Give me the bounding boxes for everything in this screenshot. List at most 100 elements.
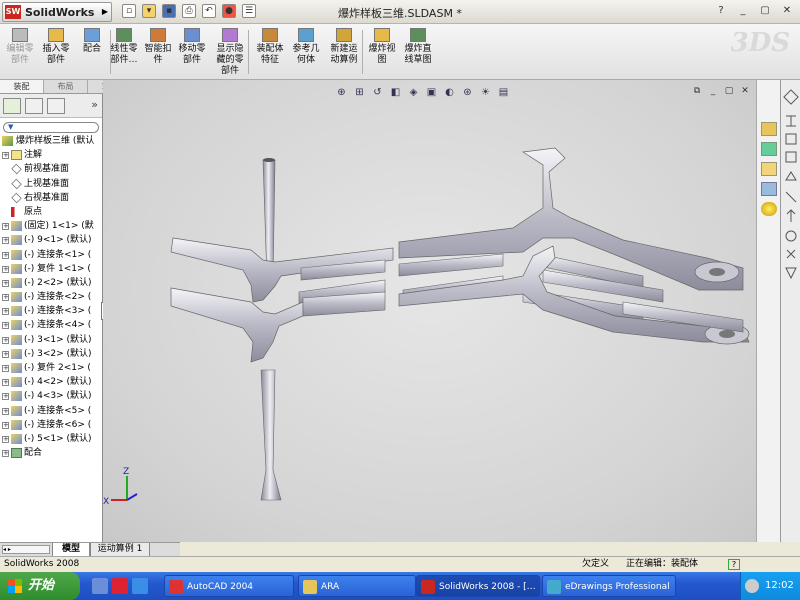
ribbon-button[interactable]: 装配体 特征 (252, 28, 288, 66)
tab-model[interactable]: 模型 (52, 543, 90, 557)
start-button[interactable]: 开始 (0, 572, 80, 600)
property-manager-tab-icon[interactable] (25, 98, 43, 114)
expand-icon[interactable]: + (2, 251, 9, 259)
apply-scene-icon[interactable]: ☀ (479, 87, 492, 100)
tree-item[interactable]: + (-) 连接条<5> ( (2, 404, 102, 418)
taskbar-item-autocad[interactable]: AutoCAD 2004 (164, 575, 294, 597)
display-style-icon[interactable]: ▣ (425, 87, 438, 100)
status-help-icon[interactable]: ? (728, 559, 740, 570)
expand-icon[interactable]: + (2, 279, 9, 287)
tree-item[interactable]: + (-) 2<2> (默认) (2, 276, 102, 290)
viewport-minimize-icon[interactable]: _ (708, 86, 718, 96)
ribbon-button[interactable]: 线性零 部件… (106, 28, 142, 66)
expand-icon[interactable]: + (2, 223, 9, 231)
tree-item[interactable]: + (-) 复件 2<1> ( (2, 361, 102, 375)
tree-item[interactable]: + (-) 4<2> (默认) (2, 375, 102, 389)
tree-item[interactable]: + (-) 连接条<1> ( (2, 248, 102, 262)
viewport-tile-icon[interactable]: ⧉ (692, 86, 702, 96)
clock[interactable]: 12:02 (765, 572, 794, 600)
tree-item[interactable]: + (-) 3<1> (默认) (2, 333, 102, 347)
tree-root-assembly[interactable]: 爆炸样板三维 (默认 (2, 134, 102, 148)
ribbon-button[interactable]: 编辑零 部件 (2, 28, 38, 66)
ribbon-button[interactable]: 参考几 何体 (288, 28, 324, 66)
horizontal-scrollbar[interactable]: ◂ ▸ (2, 545, 50, 554)
tree-item[interactable]: + (-) 3<2> (默认) (2, 347, 102, 361)
taskbar-item-ara[interactable]: ARA (298, 575, 416, 597)
tree-item[interactable]: 上视基准面 (2, 177, 102, 191)
view-orientation-icon[interactable]: ◈ (407, 87, 420, 100)
expand-icon[interactable]: + (2, 393, 9, 401)
tab-motion-study[interactable]: 运动算例 1 (90, 543, 150, 557)
tree-item[interactable]: 原点 (2, 205, 102, 219)
design-library-icon[interactable] (761, 142, 777, 156)
tree-item[interactable]: + (-) 复件 1<1> ( (2, 262, 102, 276)
expand-icon[interactable]: + (2, 407, 9, 415)
zoom-to-fit-icon[interactable]: ⊕ (335, 87, 348, 100)
expand-icon[interactable]: + (2, 265, 9, 273)
expand-icon[interactable]: + (2, 322, 9, 330)
tab-assembly[interactable]: 装配 (0, 80, 44, 93)
help-button[interactable]: ? (714, 4, 728, 18)
filter-input[interactable]: ▼ (3, 122, 99, 133)
ribbon-button[interactable]: 智能扣件 (140, 28, 176, 66)
tree-item[interactable]: 右视基准面 (2, 191, 102, 205)
quicklaunch-adobe-icon[interactable] (112, 578, 128, 594)
tree-item[interactable]: + (固定) 1<1> (默 (2, 219, 102, 233)
ribbon-button[interactable]: 爆炸直 线草图 (400, 28, 436, 66)
expand-icon[interactable]: + (2, 336, 9, 344)
more-tabs-icon[interactable]: » (91, 98, 98, 111)
expand-icon[interactable]: + (2, 152, 9, 160)
tree-item-label: (-) 4<3> (默认) (24, 391, 92, 402)
exploded-assembly-model[interactable]: Z X (103, 80, 756, 542)
tab-layout[interactable]: 布局 (44, 80, 88, 93)
tree-item[interactable]: + (-) 连接条<3> ( (2, 304, 102, 318)
viewport-restore-icon[interactable]: ▢ (724, 86, 734, 96)
ribbon-button[interactable]: 新建运 动算例 (326, 28, 362, 66)
expand-icon[interactable]: + (2, 450, 9, 458)
tree-item[interactable]: + (-) 5<1> (默认) (2, 432, 102, 446)
edit-appearance-icon[interactable]: ⊛ (461, 87, 474, 100)
quicklaunch-ie-icon[interactable] (132, 578, 148, 594)
tree-item[interactable]: + (-) 9<1> (默认) (2, 233, 102, 247)
zoom-to-area-icon[interactable]: ⊞ (353, 87, 366, 100)
expand-icon[interactable]: + (2, 237, 9, 245)
file-explorer-icon[interactable] (761, 162, 777, 176)
ribbon-button[interactable]: 显示隐 藏的零 部件 (212, 28, 248, 77)
ribbon-button[interactable]: 插入零 部件 (38, 28, 74, 66)
taskbar-item-edrawings[interactable]: eDrawings Professional (542, 575, 676, 597)
expand-icon[interactable]: + (2, 350, 9, 358)
tree-item[interactable]: + (-) 连接条<6> ( (2, 418, 102, 432)
restore-button[interactable]: ▢ (758, 4, 772, 18)
ribbon-button[interactable]: 移动零 部件 (174, 28, 210, 66)
appearances-icon[interactable] (761, 202, 777, 216)
configuration-manager-tab-icon[interactable] (47, 98, 65, 114)
expand-icon[interactable]: + (2, 421, 9, 429)
tree-item[interactable]: + 配合 (2, 446, 102, 460)
tree-item[interactable]: + 注解 (2, 148, 102, 162)
expand-icon[interactable]: + (2, 308, 9, 316)
ribbon-button[interactable]: 爆炸视图 (364, 28, 400, 66)
expand-icon[interactable]: + (2, 435, 9, 443)
view-palette-icon[interactable] (761, 182, 777, 196)
tree-item[interactable]: + (-) 连接条<2> ( (2, 290, 102, 304)
expand-icon[interactable]: + (2, 379, 9, 387)
tree-item[interactable]: + (-) 4<3> (默认) (2, 389, 102, 403)
ribbon-button[interactable]: 配合 (74, 28, 110, 55)
tray-network-icon[interactable] (745, 579, 759, 593)
resources-icon[interactable] (761, 122, 777, 136)
quicklaunch-desktop-icon[interactable] (92, 578, 108, 594)
viewport-close-icon[interactable]: ✕ (740, 86, 750, 96)
minimize-button[interactable]: _ (736, 4, 750, 18)
close-button[interactable]: ✕ (780, 4, 794, 18)
hide-show-items-icon[interactable]: ◐ (443, 87, 456, 100)
tree-item[interactable]: 前视基准面 (2, 162, 102, 176)
expand-icon[interactable]: + (2, 294, 9, 302)
graphics-area[interactable]: Z X (103, 80, 756, 542)
taskbar-item-solidworks[interactable]: SolidWorks 2008 - [… (416, 575, 540, 597)
view-settings-icon[interactable]: ▤ (497, 87, 510, 100)
previous-view-icon[interactable]: ↺ (371, 87, 384, 100)
feature-manager-tab-icon[interactable] (3, 98, 21, 114)
expand-icon[interactable]: + (2, 365, 9, 372)
tree-item[interactable]: + (-) 连接条<4> ( (2, 318, 102, 332)
section-view-icon[interactable]: ◧ (389, 87, 402, 100)
